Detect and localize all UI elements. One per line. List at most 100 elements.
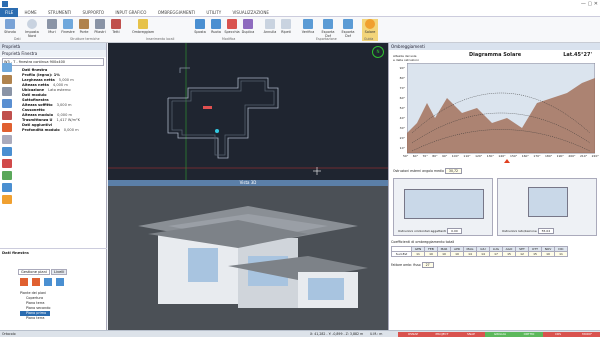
coef-cell[interactable]: 14 <box>476 251 490 257</box>
coef-cell[interactable]: 12 <box>515 251 529 257</box>
group-esportazione: Esportazione <box>316 37 337 41</box>
door-tool-icon[interactable] <box>2 75 12 84</box>
menu-supporto[interactable]: SUPPORTO <box>78 8 110 17</box>
duplica-button[interactable]: Duplica <box>240 19 256 34</box>
verifica-button[interactable]: Verifica <box>300 19 316 34</box>
factor-row: Fattore ombr. fisso 27 <box>391 262 434 268</box>
water-tool-icon[interactable] <box>2 183 12 192</box>
muri-button[interactable]: Muri <box>44 19 60 34</box>
floor-plan-drawing <box>108 43 388 180</box>
group-modifica: Modifica <box>222 37 236 41</box>
y-tick: 20° <box>399 136 405 140</box>
coef-cell[interactable]: 14 <box>463 251 477 257</box>
shading-panel: Ombreggiamenti Diagramma Solare Lat.45°2… <box>388 43 600 330</box>
properties-list: Dati finestra Profilo (legno): 1% Larghezz… <box>0 68 106 133</box>
esporta-dxf-button-2[interactable]: Esporta Dxf <box>340 19 356 38</box>
status-badge[interactable]: MODIF <box>572 332 600 337</box>
y-tick: 70° <box>399 86 405 90</box>
wall-tool-icon[interactable] <box>2 87 12 96</box>
roof-tool-icon[interactable] <box>2 111 12 120</box>
stair-tool-icon[interactable] <box>2 147 12 156</box>
window-tool-icon[interactable] <box>2 63 12 72</box>
ruota-button[interactable]: Ruota <box>208 19 224 34</box>
fire-tool-icon[interactable] <box>2 123 12 132</box>
property-name: Altezza netta <box>22 83 49 87</box>
factor-value[interactable]: 27 <box>421 262 434 268</box>
grid-tool-icon[interactable] <box>2 135 12 144</box>
ombreggiamenti-button[interactable]: Ombreggiam <box>132 19 154 34</box>
mirror-icon <box>227 19 237 29</box>
shade-icon <box>138 19 148 29</box>
imposta-nord-button[interactable]: Imposta Nord <box>24 19 40 38</box>
sun-path-chart[interactable] <box>407 63 595 163</box>
element-selector[interactable]: W3 - T - finestra continua 900x400 <box>2 58 104 66</box>
coef-cell[interactable]: 10 <box>424 251 438 257</box>
north-compass-icon[interactable]: N <box>372 46 384 58</box>
coef-cell[interactable]: 15 <box>528 251 542 257</box>
factor-label: Fattore ombr. fisso <box>391 263 421 267</box>
menu-utility[interactable]: UTILITY <box>201 8 226 17</box>
coef-cell[interactable]: 11 <box>554 251 568 257</box>
pilastri-button[interactable]: Pilastri <box>92 19 108 34</box>
specchia-button[interactable]: Specchia <box>224 19 240 34</box>
compass-icon <box>27 19 37 29</box>
status-badge[interactable]: PROJECT <box>427 332 457 337</box>
background-icon <box>5 19 15 29</box>
tetti-button[interactable]: Tetti <box>108 19 124 34</box>
menu-strumenti[interactable]: STRUMENTI <box>43 8 76 17</box>
property-row[interactable]: Profondità modulo 0,000 m <box>0 128 106 133</box>
menu-ombreggiamenti[interactable]: OMBREGGIAMENTI <box>153 8 200 17</box>
arrow-up-icon[interactable] <box>44 278 52 286</box>
menu-bar: FILE HOME STRUMENTI SUPPORTO INPUT GRAFI… <box>0 8 600 17</box>
property-name: Altezza modulo <box>22 113 54 117</box>
menu-visualizzazione[interactable]: VISUALIZZAZIONE <box>228 8 274 17</box>
arrow-down-icon[interactable] <box>56 278 64 286</box>
y-tick: 60° <box>399 96 405 100</box>
coef-cell[interactable]: 10 <box>450 251 464 257</box>
menu-input-grafico[interactable]: INPUT GRAFICO <box>110 8 151 17</box>
3d-view[interactable]: Vista 3D <box>108 180 388 330</box>
sposta-button[interactable]: Sposta <box>192 19 208 34</box>
finestre-button[interactable]: Finestre <box>60 19 76 34</box>
menu-file[interactable]: FILE <box>0 8 19 17</box>
plant-tool-icon[interactable] <box>2 171 12 180</box>
fin-value[interactable]: 55.02 <box>537 228 555 234</box>
x-tick: 220° <box>591 154 599 158</box>
coef-cell[interactable]: 10 <box>437 251 451 257</box>
coef-cell[interactable]: 15 <box>502 251 516 257</box>
add-level-icon[interactable] <box>20 278 28 286</box>
status-badge[interactable]: CRS <box>543 332 573 337</box>
pin-tool-icon[interactable] <box>2 159 12 168</box>
sfondo-button[interactable]: Sfondo <box>2 19 18 34</box>
menu-home[interactable]: HOME <box>20 8 42 17</box>
y-tick: 40° <box>399 116 405 120</box>
window-controls[interactable]: — ▢ ✕ <box>581 1 598 7</box>
remove-level-icon[interactable] <box>32 278 40 286</box>
property-name: Trasmittanza U <box>22 118 53 122</box>
property-name: Altezza soffitto <box>22 103 53 107</box>
porte-button[interactable]: Porte <box>76 19 92 34</box>
coef-cell[interactable]: 11 <box>411 251 425 257</box>
esporta-dxf-button[interactable]: Esporta Dxf <box>320 19 336 38</box>
y-tick-labels: 90° 80° 70° 60° 50° 40° 30° 20° 10° <box>391 63 405 153</box>
annulla-button[interactable]: Annulla <box>262 19 278 34</box>
obstruction-value[interactable]: 30,72 <box>444 168 463 174</box>
beam-tool-icon[interactable] <box>2 99 12 108</box>
cad-plan-view[interactable]: N <box>108 43 388 180</box>
overhang-value[interactable]: 0.00 <box>447 228 462 234</box>
coef-cell[interactable]: 10 <box>541 251 555 257</box>
status-badge[interactable]: GRIGLIA <box>485 332 515 337</box>
x-tick: 70° <box>422 154 428 158</box>
tab-gestione-piani[interactable]: Gestione piani <box>18 269 50 275</box>
x-tick: 110° <box>463 154 471 158</box>
light-tool-icon[interactable] <box>2 195 12 204</box>
tab-livelli[interactable]: Livelli <box>51 269 68 275</box>
ripeti-button[interactable]: Ripeti <box>278 19 294 34</box>
tree-item[interactable]: Piano terra <box>20 316 50 321</box>
status-badge[interactable]: SNAP <box>456 332 486 337</box>
status-badge[interactable]: OSNAP <box>398 332 428 337</box>
coef-cell[interactable]: 17 <box>489 251 503 257</box>
x-tick: 210° <box>579 154 588 158</box>
status-badge[interactable]: ORTHO <box>514 332 544 337</box>
export-icon <box>323 19 333 29</box>
